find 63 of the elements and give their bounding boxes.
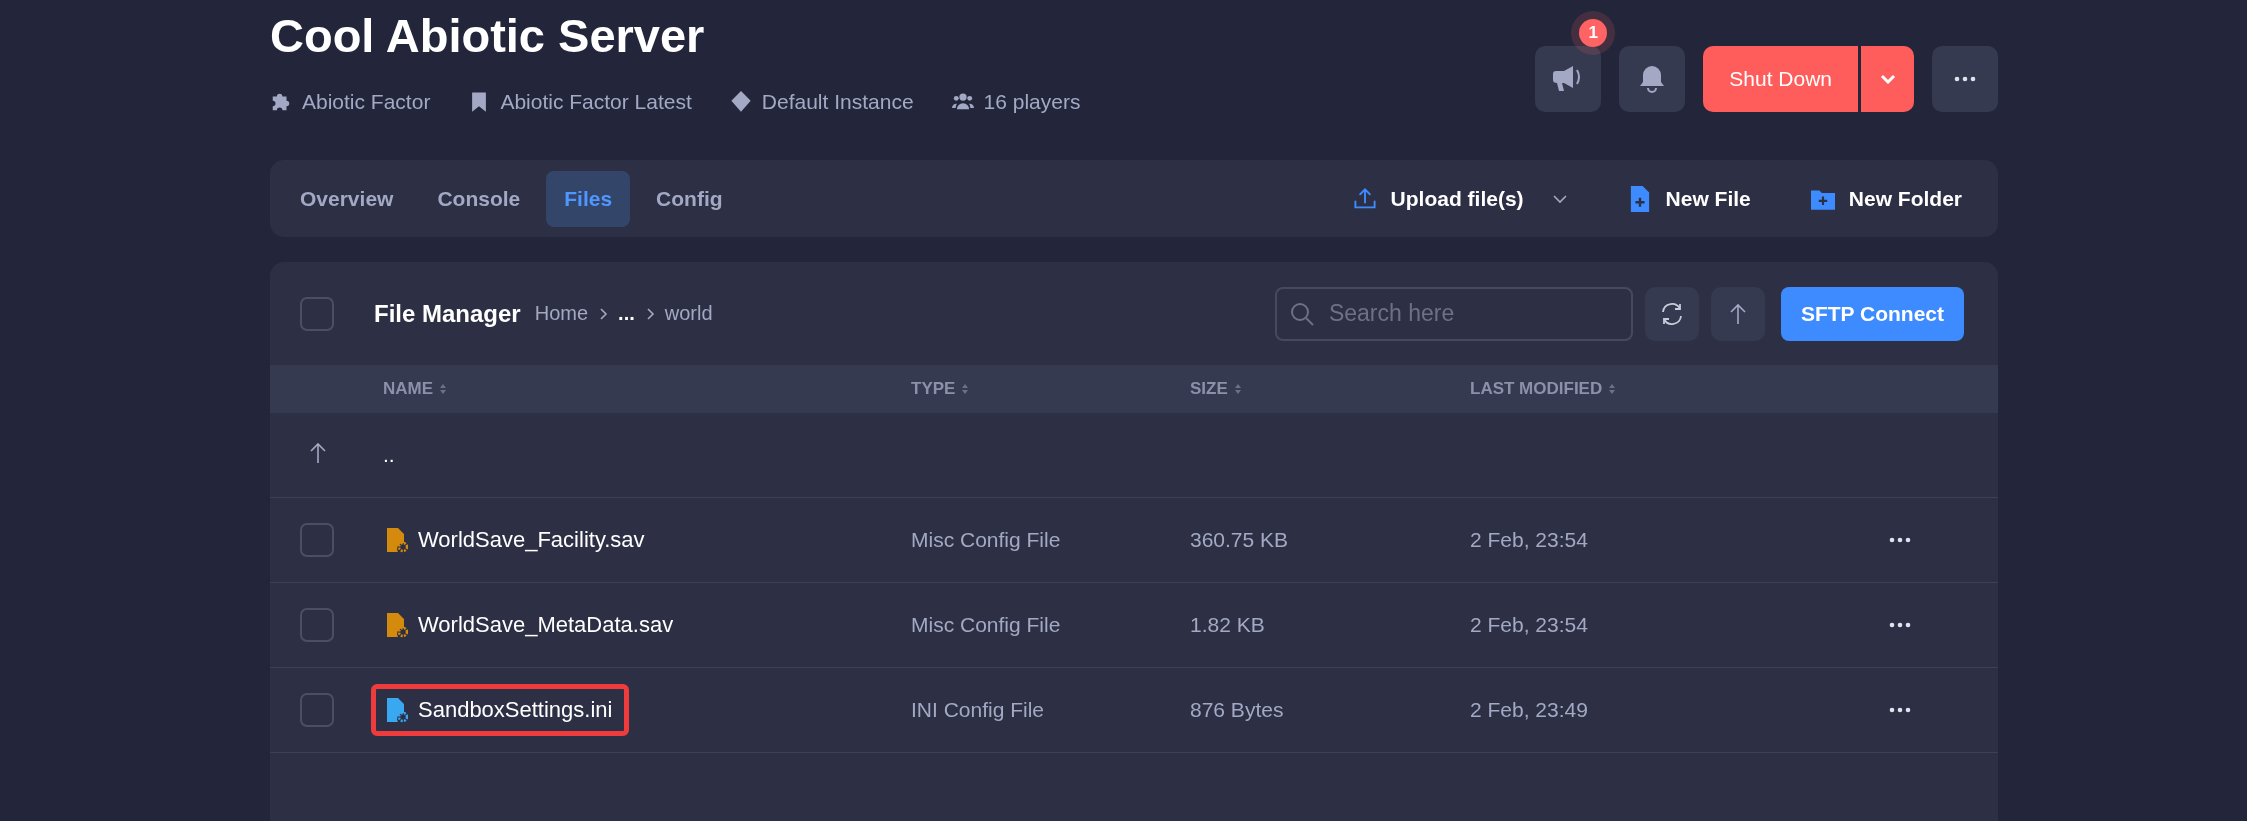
puzzle-icon <box>270 91 292 113</box>
file-manager-title: File Manager <box>374 299 521 328</box>
shut-down-button[interactable]: Shut Down <box>1703 46 1858 112</box>
column-header[interactable]: LAST MODIFIED <box>1470 379 1603 399</box>
modified-cell: 2 Feb, 23:54 <box>1470 613 1588 637</box>
more-icon <box>1889 537 1911 543</box>
arrow-up-icon <box>1728 301 1747 326</box>
sort-icon <box>1233 383 1242 395</box>
server-info: Abiotic Factor Latest <box>500 90 692 114</box>
sort-icon <box>439 383 448 395</box>
chevron-down-icon <box>1879 74 1896 84</box>
more-icon <box>1889 707 1911 713</box>
bell-icon <box>1638 64 1667 94</box>
server-title: Cool Abiotic Server <box>270 8 706 64</box>
sort-icon <box>961 383 970 395</box>
notification-badge: 1 <box>1579 19 1608 47</box>
breadcrumb-link[interactable]: Home <box>534 302 589 325</box>
sftp-connect-button[interactable]: SFTP Connect <box>1780 286 1964 341</box>
type-cell: INI Config File <box>911 698 1045 722</box>
notifications-button[interactable] <box>1619 46 1686 112</box>
server-info: Abiotic Factor <box>302 90 431 114</box>
row-checkbox[interactable] <box>300 523 334 557</box>
modified-cell: 2 Feb, 23:54 <box>1470 528 1588 552</box>
column-header[interactable]: NAME <box>383 379 434 399</box>
go-up-button[interactable] <box>1710 286 1765 341</box>
new-file-button[interactable]: New File <box>1627 185 1751 212</box>
size-cell: 876 Bytes <box>1190 698 1284 722</box>
breadcrumb-link[interactable]: ... <box>618 302 635 325</box>
more-icon <box>1889 622 1911 628</box>
diamond-icon <box>729 91 752 113</box>
tab[interactable]: Files <box>546 170 631 227</box>
more-icon <box>1954 76 1976 82</box>
size-cell: 1.82 KB <box>1190 613 1265 637</box>
chevron-right-icon <box>644 306 655 321</box>
row-checkbox[interactable] <box>300 693 334 727</box>
server-info: Default Instance <box>761 90 914 114</box>
breadcrumb-link[interactable]: world <box>664 302 713 325</box>
search-field[interactable]: Search here <box>1274 286 1633 341</box>
row-checkbox[interactable] <box>300 608 334 642</box>
tab[interactable]: Console <box>419 170 539 227</box>
server-info: 16 players <box>983 90 1081 114</box>
tab[interactable]: Overview <box>282 170 412 227</box>
announcement-button[interactable] <box>1535 46 1602 112</box>
tab[interactable]: Config <box>638 170 741 227</box>
column-header[interactable]: SIZE <box>1190 379 1228 399</box>
arrow-up-icon <box>308 441 328 465</box>
file-name[interactable]: SandboxSettings.ini <box>371 684 630 736</box>
refresh-button[interactable] <box>1644 286 1699 341</box>
type-cell: Misc Config File <box>911 613 1061 637</box>
upload-button[interactable]: Upload file(s) <box>1352 185 1568 212</box>
chevron-right-icon <box>598 306 609 321</box>
file-name[interactable]: WorldSave_MetaData.sav <box>371 599 691 651</box>
chevron-down-icon <box>1551 193 1568 204</box>
type-cell: Misc Config File <box>911 528 1061 552</box>
modified-cell: 2 Feb, 23:49 <box>1470 698 1588 722</box>
size-cell: 360.75 KB <box>1190 528 1289 552</box>
search-icon <box>1288 300 1315 327</box>
new-folder-button[interactable]: New Folder <box>1810 185 1962 212</box>
select-all-checkbox[interactable] <box>300 296 334 331</box>
file-name[interactable]: WorldSave_Facility.sav <box>371 514 662 566</box>
parent-folder-link[interactable]: .. <box>383 443 395 467</box>
sort-icon <box>1608 383 1617 395</box>
column-header[interactable]: TYPE <box>911 379 956 399</box>
